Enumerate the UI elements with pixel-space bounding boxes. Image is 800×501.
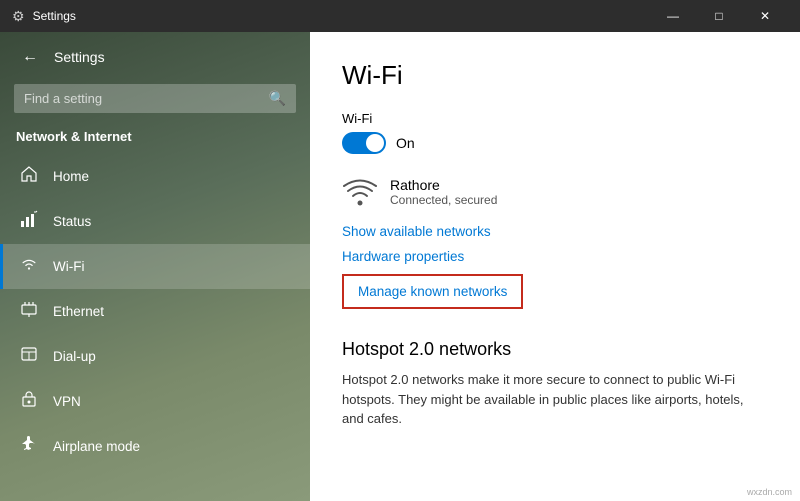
app-body: ← Settings 🔍 Network & Internet Home <box>0 32 800 501</box>
show-networks-link[interactable]: Show available networks <box>342 224 768 239</box>
airplane-icon <box>19 435 39 458</box>
minimize-button[interactable]: — <box>650 0 696 32</box>
status-icon <box>19 210 39 233</box>
main-content: Wi-Fi Wi-Fi On Rathore Connected, secure… <box>310 32 800 501</box>
home-label: Home <box>53 169 89 184</box>
hotspot-section: Hotspot 2.0 networks Hotspot 2.0 network… <box>342 339 768 429</box>
sidebar-item-home[interactable]: Home <box>0 154 310 199</box>
wifi-section-label: Wi-Fi <box>342 111 768 126</box>
wifi-toggle-row: On <box>342 132 768 154</box>
vpn-label: VPN <box>53 394 81 409</box>
sidebar-section-title: Network & Internet <box>0 125 310 154</box>
vpn-icon <box>19 390 39 413</box>
window-controls: — □ ✕ <box>650 0 788 32</box>
close-button[interactable]: ✕ <box>742 0 788 32</box>
search-box[interactable]: 🔍 <box>14 84 296 113</box>
network-wifi-icon <box>342 174 378 210</box>
connected-network-row: Rathore Connected, secured <box>342 174 768 210</box>
home-icon <box>19 165 39 188</box>
sidebar-item-airplane[interactable]: Airplane mode <box>0 424 310 469</box>
hardware-properties-link[interactable]: Hardware properties <box>342 249 768 264</box>
sidebar-nav: Home Status <box>0 154 310 501</box>
manage-networks-link[interactable]: Manage known networks <box>358 284 507 299</box>
status-label: Status <box>53 214 91 229</box>
title-bar-title: Settings <box>33 9 76 23</box>
dialup-label: Dial-up <box>53 349 96 364</box>
airplane-label: Airplane mode <box>53 439 140 454</box>
wifi-icon <box>19 255 39 278</box>
watermark: wxzdn.com <box>747 487 792 497</box>
network-status: Connected, secured <box>390 193 497 207</box>
search-input[interactable] <box>24 91 261 106</box>
sidebar-item-dialup[interactable]: Dial-up <box>0 334 310 379</box>
hotspot-description: Hotspot 2.0 networks make it more secure… <box>342 370 768 429</box>
hotspot-title: Hotspot 2.0 networks <box>342 339 768 360</box>
app-title: Settings <box>54 49 105 65</box>
sidebar-item-status[interactable]: Status <box>0 199 310 244</box>
wifi-label: Wi-Fi <box>53 259 84 274</box>
sidebar-item-vpn[interactable]: VPN <box>0 379 310 424</box>
sidebar-item-wifi[interactable]: Wi-Fi <box>0 244 310 289</box>
sidebar-header: ← Settings <box>0 32 310 78</box>
network-name: Rathore <box>390 177 497 193</box>
page-title: Wi-Fi <box>342 60 768 91</box>
sidebar: ← Settings 🔍 Network & Internet Home <box>0 32 310 501</box>
toggle-state-label: On <box>396 135 415 151</box>
manage-networks-box[interactable]: Manage known networks <box>342 274 523 309</box>
back-button[interactable]: ← <box>16 46 44 68</box>
wifi-toggle[interactable] <box>342 132 386 154</box>
maximize-button[interactable]: □ <box>696 0 742 32</box>
network-info: Rathore Connected, secured <box>390 177 497 207</box>
search-button[interactable]: 🔍 <box>269 90 286 107</box>
dialup-icon <box>19 345 39 368</box>
ethernet-icon <box>19 300 39 323</box>
app-icon: ⚙ <box>12 8 25 25</box>
sidebar-item-ethernet[interactable]: Ethernet <box>0 289 310 334</box>
ethernet-label: Ethernet <box>53 304 104 319</box>
title-bar: ⚙ Settings — □ ✕ <box>0 0 800 32</box>
